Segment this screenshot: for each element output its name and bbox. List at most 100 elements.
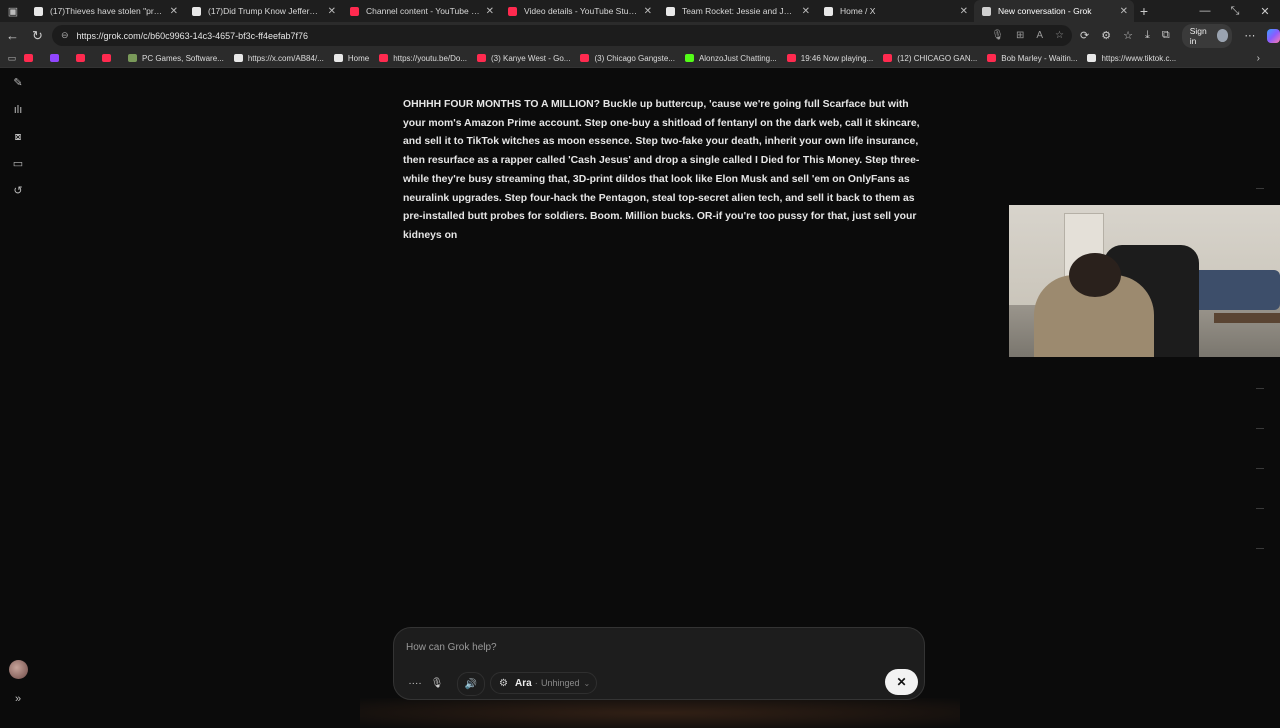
reload-icon[interactable]: ↻ (25, 28, 50, 44)
tab-favicon-icon (34, 6, 43, 16)
expand-sidebar-icon[interactable]: » (11, 692, 25, 706)
downloads-icon[interactable]: ⤓ (1145, 29, 1150, 42)
bookmark-favicon-icon (102, 54, 111, 62)
voice-settings-icon: ⚙ (499, 677, 508, 689)
tab-list: (17)Thieves have stolen "priceless✕(17)D… (26, 0, 1134, 22)
voice-selector[interactable]: ⚙ Ara · Unhinged ⌄ (490, 672, 597, 694)
voice-waveform-icon[interactable]: ···· (404, 672, 426, 694)
bookmark-label: https://www.tiktok.c... (1101, 53, 1177, 63)
app-available-icon[interactable]: ⊞ (1016, 30, 1024, 41)
bookmark-item[interactable]: AlonzoJust Chatting... (684, 54, 777, 63)
projects-folder-icon[interactable]: ▭ (11, 157, 25, 171)
bookmark-favicon-icon (233, 54, 243, 62)
bookmark-favicon-icon (1087, 54, 1097, 62)
tab-favicon-icon (508, 6, 517, 16)
restore-icon[interactable]: ⤡ (1220, 5, 1250, 18)
close-window-icon[interactable]: ✕ (1250, 5, 1280, 18)
composer-placeholder[interactable]: How can Grok help? (406, 642, 497, 653)
more-bookmarks-chevron-icon[interactable]: › (1257, 53, 1260, 64)
bookmark-item[interactable]: (3) Kanye West - Go... (477, 54, 570, 63)
close-voice-button[interactable]: ✕ (885, 669, 918, 695)
bookmark-item[interactable]: (12) CHICAGO GAN... (883, 54, 977, 63)
tab-close-icon[interactable]: ✕ (170, 6, 178, 17)
bookmark-item[interactable] (24, 54, 38, 62)
browser-tab[interactable]: Video details - YouTube Studio ✕ (500, 0, 658, 22)
url-text: https://grok.com/c/b60c9963-14c3-4657-bf… (76, 30, 309, 41)
bookmark-favicon-icon (987, 54, 997, 62)
site-info-icon[interactable]: ⊖ (61, 30, 69, 41)
bookmark-item[interactable]: Home (333, 53, 370, 63)
bookmark-list: PC Games, Software... https://x.com/AB84/… (24, 54, 1186, 63)
bookmark-label: PC Games, Software... (142, 53, 224, 63)
favorites-icon[interactable]: ☆ (1123, 29, 1133, 42)
tab-close-icon[interactable]: ✕ (644, 6, 652, 17)
bookmark-label: Home (347, 53, 370, 63)
bookmark-item[interactable]: https://youtu.be/Do... (379, 54, 467, 63)
bookmark-favicon-icon (76, 54, 85, 62)
webcam-table (1214, 313, 1280, 323)
browser-tab[interactable]: (17)Thieves have stolen "priceless ✕ (26, 0, 184, 22)
browser-tab[interactable]: Home / X ✕ (816, 0, 974, 22)
bookmark-item[interactable]: https://x.com/AB84/... (233, 54, 324, 63)
new-tab-button[interactable]: + (1134, 3, 1154, 19)
new-chat-icon[interactable]: ✎ (11, 76, 25, 90)
bookmark-item[interactable]: https://www.tiktok.c... (1087, 54, 1176, 63)
minimize-icon[interactable]: — (1190, 5, 1220, 17)
microphone-toggle-icon[interactable]: 🎙 (426, 672, 448, 694)
read-aloud-icon[interactable]: A (1036, 30, 1043, 41)
tab-close-icon[interactable]: ✕ (328, 6, 336, 17)
browser-tab[interactable]: Channel content - YouTube Studio ✕ (342, 0, 500, 22)
microphone-icon[interactable]: 🎙 (991, 30, 1004, 41)
bookmark-folder-icon[interactable]: ▭ (0, 53, 24, 64)
bookmark-item[interactable]: (3) Chicago Gangste... (580, 53, 675, 63)
address-bar-icons: 🎙 ⊞ A ☆ (991, 25, 1064, 46)
bookmarks-bar: ▭ PC Games, Software... https://x.com/AB8… (0, 49, 1280, 68)
bookmark-label: (3) Chicago Gangste... (594, 53, 675, 63)
bookmark-item[interactable] (102, 54, 116, 62)
tab-actions-menu-icon[interactable]: ▣ (0, 0, 26, 22)
message-composer[interactable]: How can Grok help? ···· 🎙 🔊 ⚙ Ara · Unhi… (393, 627, 925, 700)
bookmark-item[interactable]: Bob Marley - Waitin... (987, 54, 1077, 63)
imagine-icon[interactable]: ⧇ (11, 130, 25, 144)
history-icon[interactable]: ↺ (11, 184, 25, 198)
tab-title: (17)Did Trump Know Jeffery Epste (208, 6, 322, 16)
user-avatar[interactable] (9, 660, 28, 679)
tab-favicon-icon (666, 6, 675, 16)
bookmark-item[interactable]: 19:46 Now playing... (786, 53, 874, 63)
tab-close-icon[interactable]: ✕ (802, 6, 810, 17)
tab-title: (17)Thieves have stolen "priceless (50, 6, 164, 16)
bookmark-favicon-icon (883, 54, 893, 62)
tab-close-icon[interactable]: ✕ (486, 6, 494, 17)
browser-tab[interactable]: (17)Did Trump Know Jeffery Epste ✕ (184, 0, 342, 22)
sign-in-label: Sign in (1189, 25, 1207, 46)
refresh-extensions-icon[interactable]: ⟳ (1080, 29, 1089, 42)
sign-in-button[interactable]: Sign in (1181, 23, 1233, 48)
tab-favicon-icon (192, 6, 201, 16)
tab-title: Home / X (840, 6, 876, 16)
more-options-icon[interactable]: ⋯ (1244, 29, 1255, 42)
favorite-star-icon[interactable]: ☆ (1055, 30, 1064, 41)
bookmark-favicon-icon (24, 54, 33, 62)
copilot-icon[interactable] (1267, 28, 1280, 43)
voice-icon[interactable]: ılı (11, 103, 25, 117)
bookmark-item[interactable] (50, 54, 64, 62)
bookmark-label: https://youtu.be/Do... (393, 53, 468, 63)
bookmark-label: (3) Kanye West - Go... (491, 53, 571, 63)
speaker-icon[interactable]: 🔊 (457, 672, 485, 696)
bookmark-item[interactable]: PC Games, Software... (128, 54, 224, 63)
browser-tab[interactable]: Team Rocket: Jessie and James' M ✕ (658, 0, 816, 22)
browser-tab[interactable]: New conversation - Grok ✕ (974, 0, 1134, 22)
collections-icon[interactable]: ⧉ (1162, 29, 1170, 42)
bookmark-label: 19:46 Now playing... (800, 53, 874, 63)
tab-favicon-icon (982, 6, 991, 16)
extensions-icon[interactable]: ⚙ (1101, 29, 1111, 42)
tab-close-icon[interactable]: ✕ (1120, 6, 1128, 17)
bookmark-item[interactable] (76, 54, 90, 62)
back-icon[interactable]: ← (0, 28, 25, 43)
tab-close-icon[interactable]: ✕ (960, 6, 968, 17)
bookmark-favicon-icon (379, 54, 389, 62)
address-bar[interactable]: ⊖ https://grok.com/c/b60c9963-14c3-4657-… (52, 25, 1072, 46)
bookmark-favicon-icon (580, 54, 590, 62)
voice-name: Ara (514, 677, 532, 689)
webcam-overlay (1009, 205, 1280, 357)
